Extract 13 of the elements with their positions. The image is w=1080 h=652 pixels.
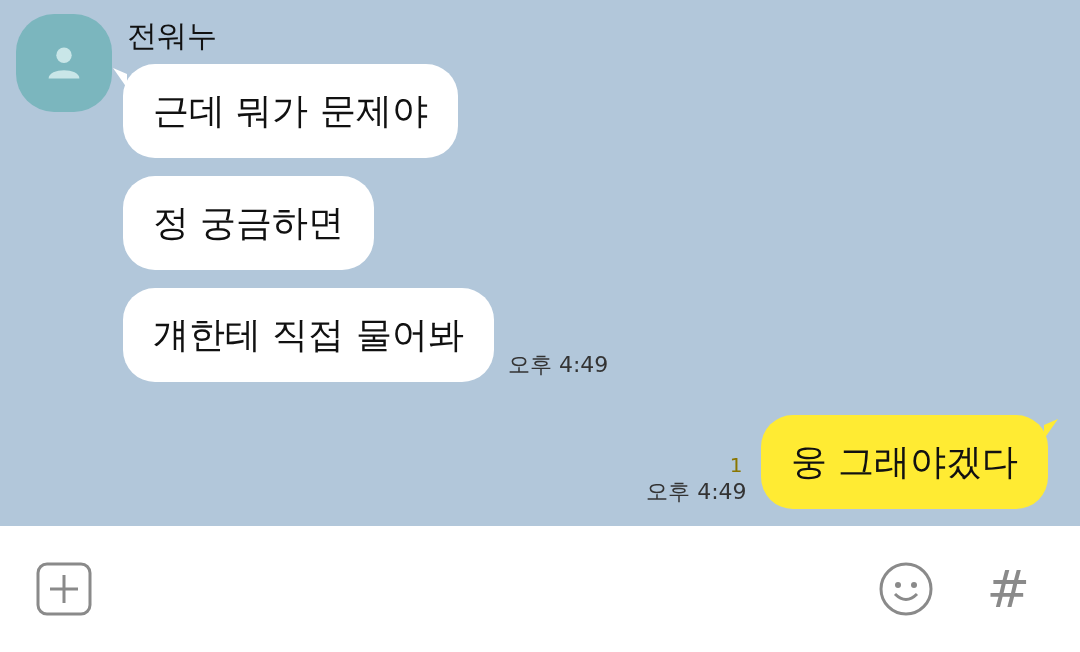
message-bubble: 걔한테 직접 물어봐 [123,288,494,382]
unread-count: 1 [729,453,743,477]
message-bubble: 근데 뭐가 문제야 [123,64,458,158]
message-bubble: 웅 그래야겠다 [760,415,1048,509]
emoji-icon[interactable] [878,561,935,617]
sender-name: 전워누 [127,17,218,55]
message-bubble: 정 궁금하면 [123,176,375,270]
message-time: 오후 4:49 [646,478,747,506]
plus-icon[interactable] [36,562,92,616]
bubble-tail [1044,419,1058,439]
message-time: 오후 4:49 [507,351,609,379]
avatar-icon[interactable] [16,14,112,112]
hashtag-button[interactable]: # [986,561,1030,617]
